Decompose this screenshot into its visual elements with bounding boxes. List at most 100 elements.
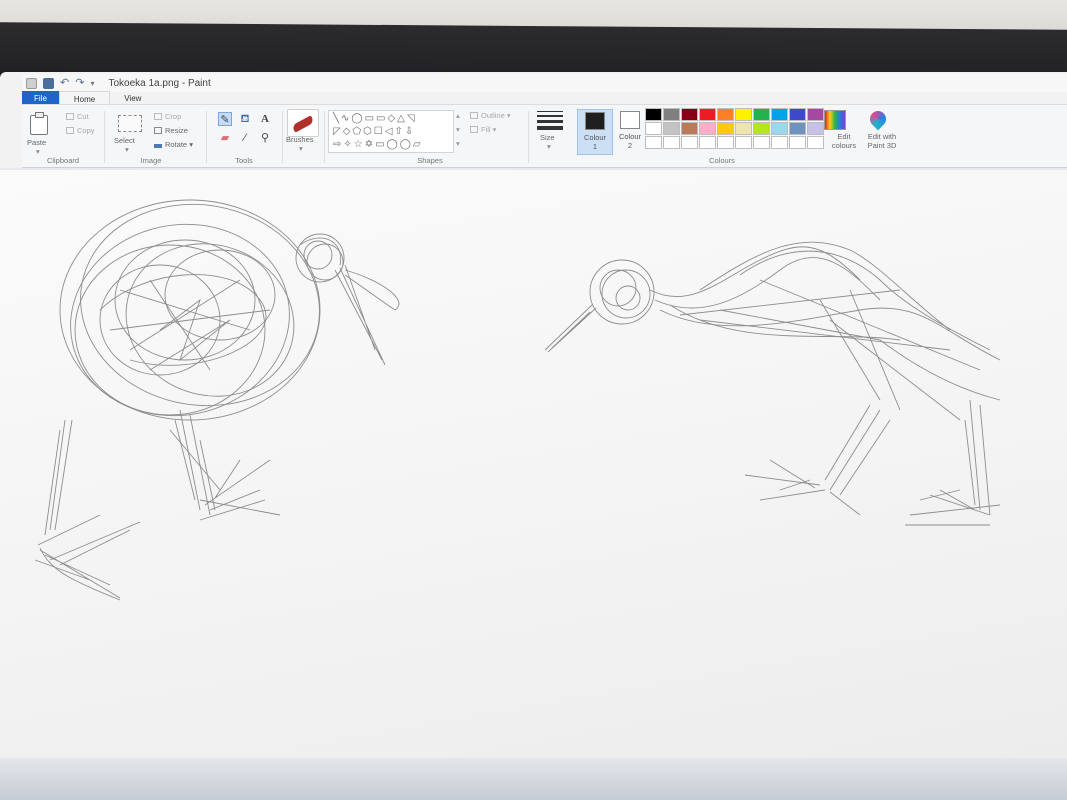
- undo-icon[interactable]: ↶: [60, 77, 69, 89]
- save-icon[interactable]: [43, 77, 54, 89]
- colour-2-label: Colour: [618, 132, 642, 141]
- fill-label: Fill: [481, 125, 491, 134]
- divider: [282, 111, 283, 163]
- colour-1-swatch: [585, 112, 605, 130]
- rotate-label: Rotate: [165, 140, 188, 149]
- select-dropdown-icon[interactable]: ▾: [125, 145, 129, 154]
- palette-swatch[interactable]: [753, 108, 770, 121]
- clipboard-group-label: Clipboard: [46, 156, 80, 165]
- palette-swatch[interactable]: [717, 136, 734, 149]
- palette-swatch[interactable]: [681, 136, 698, 149]
- size-button[interactable]: Size: [540, 133, 555, 142]
- palette-swatch[interactable]: [645, 122, 662, 135]
- scissors-icon: [66, 113, 74, 120]
- palette-swatch[interactable]: [789, 108, 806, 121]
- palette-swatch[interactable]: [771, 108, 788, 121]
- divider: [104, 111, 105, 163]
- colour-2-number: 2: [627, 141, 633, 150]
- palette-swatch[interactable]: [735, 108, 752, 121]
- brush-icon[interactable]: [287, 109, 319, 137]
- rotate-icon: [154, 141, 162, 148]
- palette-swatch[interactable]: [699, 108, 716, 121]
- palette-swatch[interactable]: [663, 108, 680, 121]
- palette-swatch[interactable]: [789, 122, 806, 135]
- image-group-label: Image: [140, 156, 162, 165]
- right-kiwi-sketch: [544, 241, 1001, 526]
- drawing-canvas[interactable]: [0, 170, 1067, 770]
- palette-swatch[interactable]: [699, 136, 716, 149]
- cut-button[interactable]: Cut: [66, 112, 89, 121]
- resize-button[interactable]: Resize: [154, 126, 188, 135]
- resize-label: Resize: [165, 126, 188, 135]
- shapes-group-label: Shapes: [417, 156, 443, 165]
- palette-swatch[interactable]: [807, 136, 824, 149]
- color-picker-icon[interactable]: ⁄: [238, 131, 252, 145]
- copy-button[interactable]: Copy: [66, 126, 95, 135]
- size-icon[interactable]: [537, 111, 563, 130]
- colour-2-swatch: [620, 111, 640, 129]
- divider: [206, 111, 207, 163]
- paste-icon[interactable]: [30, 112, 48, 135]
- shapes-gallery[interactable]: ╲∿◯▭▭◇△◹ ◸◇⬠⬡☐◁⇧⇩ ⇨✧☆✡▭◯◯▱: [328, 110, 454, 153]
- edit-colours-icon[interactable]: [824, 110, 846, 130]
- palette-swatch[interactable]: [717, 122, 734, 135]
- shapes-scroll-icon[interactable]: ▴: [456, 111, 460, 120]
- shape-fill-icon: [470, 126, 478, 133]
- palette-swatch[interactable]: [753, 122, 770, 135]
- paint-app-icon: [26, 77, 37, 89]
- tools-group-label: Tools: [235, 156, 253, 165]
- colour-1-button[interactable]: Colour 1: [577, 109, 613, 155]
- customize-quick-access-icon[interactable]: ▾: [90, 79, 94, 88]
- palette-swatch[interactable]: [645, 108, 662, 121]
- cut-label: Cut: [77, 112, 89, 121]
- size-dropdown-icon[interactable]: ▾: [547, 142, 551, 151]
- palette-swatch[interactable]: [807, 108, 824, 121]
- select-button[interactable]: Select: [114, 136, 135, 145]
- palette-swatch[interactable]: [807, 122, 824, 135]
- rotate-button[interactable]: Rotate ▾: [154, 140, 193, 149]
- divider: [528, 111, 529, 163]
- palette-swatch[interactable]: [699, 122, 716, 135]
- palette-swatch[interactable]: [753, 136, 770, 149]
- paint3d-icon[interactable]: [866, 107, 890, 131]
- select-icon[interactable]: [118, 115, 142, 132]
- paste-dropdown-icon[interactable]: ▾: [36, 147, 40, 156]
- palette-swatch[interactable]: [645, 136, 662, 149]
- pencil-icon[interactable]: ✎: [218, 112, 232, 126]
- palette-swatch[interactable]: [771, 136, 788, 149]
- colour-palette: [645, 108, 825, 150]
- crop-button[interactable]: Crop: [154, 112, 181, 121]
- magnifier-icon[interactable]: ⚲: [258, 131, 272, 145]
- shapes-scroll-icon[interactable]: ▾: [456, 125, 460, 134]
- fill-icon[interactable]: ⛾: [238, 112, 252, 126]
- brushes-button[interactable]: Brushes: [286, 135, 314, 144]
- palette-swatch[interactable]: [789, 136, 806, 149]
- brushes-dropdown-icon[interactable]: ▾: [299, 144, 303, 153]
- left-kiwi-sketch: [34, 199, 400, 601]
- size-line: [537, 126, 563, 130]
- palette-swatch[interactable]: [681, 108, 698, 121]
- colour-1-label: Colour: [583, 133, 607, 142]
- edit-colours-button[interactable]: Edit colours: [827, 132, 861, 150]
- palette-swatch[interactable]: [735, 122, 752, 135]
- fill-button[interactable]: Fill ▾: [470, 125, 496, 134]
- edit-with-paint3d-button[interactable]: Edit with Paint 3D: [862, 132, 902, 150]
- resize-icon: [154, 127, 162, 134]
- palette-swatch[interactable]: [663, 122, 680, 135]
- palette-swatch[interactable]: [663, 136, 680, 149]
- outline-button[interactable]: Outline ▾: [470, 111, 511, 120]
- colour-2-button[interactable]: Colour 2: [612, 109, 648, 155]
- palette-swatch[interactable]: [681, 122, 698, 135]
- eraser-icon[interactable]: ▰: [218, 131, 232, 145]
- palette-swatch[interactable]: [735, 136, 752, 149]
- palette-swatch[interactable]: [771, 122, 788, 135]
- colour-1-number: 1: [592, 142, 598, 151]
- text-icon[interactable]: A: [258, 112, 272, 126]
- paste-button[interactable]: Paste: [27, 138, 46, 147]
- redo-icon[interactable]: ↷: [75, 77, 84, 89]
- desk-edge: [0, 758, 1067, 800]
- ribbon: Paste ▾ Cut Copy Clipboard Select ▾ Crop…: [22, 104, 1067, 168]
- shapes-more-icon[interactable]: ▾: [456, 139, 460, 148]
- crop-icon: [154, 113, 162, 120]
- palette-swatch[interactable]: [717, 108, 734, 121]
